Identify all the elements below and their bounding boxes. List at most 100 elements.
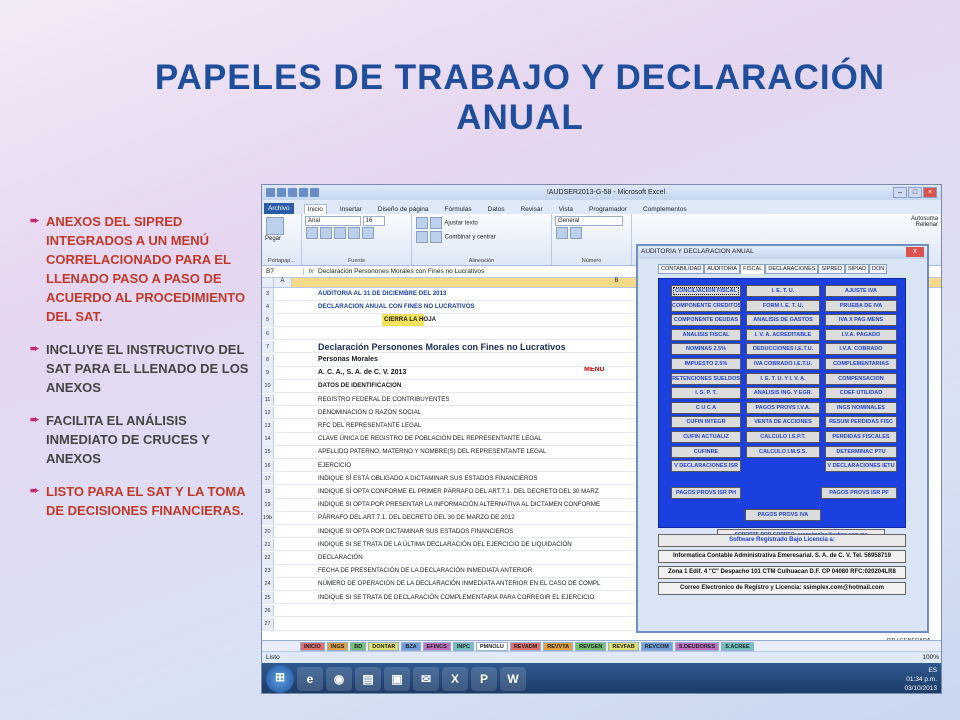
pagos-iva-button[interactable]: PAGOS PROVS IVA [745,509,821,521]
sheet-tab[interactable]: BD [350,641,367,651]
sheet-tab[interactable]: REVVTA [543,641,574,651]
sheet-tab[interactable]: S.DEUDORES [674,641,720,651]
fiscal-menu-button[interactable]: FORM I. E. T. U. [746,299,820,312]
sheet-tab[interactable]: PMNOLU [475,641,508,651]
mail-icon[interactable]: ✉ [413,667,439,691]
underline-icon[interactable] [334,227,346,239]
cell-text[interactable]: CIERRA LA HOJA [274,314,437,326]
row-number[interactable]: 4 [262,301,274,313]
name-box[interactable]: B7 [262,268,304,275]
fiscal-menu-button[interactable]: CUFINRE [671,445,741,458]
bold-icon[interactable] [306,227,318,239]
cell-text[interactable]: INDIQUE SÍ ESTÁ OBLIGADO A DICTAMINAR SU… [274,473,537,485]
fiscal-menu-button[interactable]: DEDUCCIONES I.E.T.U. [746,343,820,356]
select-all[interactable] [262,278,274,287]
fiscal-menu-button[interactable]: I. E. T. U. [746,285,820,297]
row-number[interactable]: 3 [262,288,274,300]
fx-icon[interactable]: fx [304,268,318,275]
language-indicator[interactable]: ES [928,667,937,674]
cell-text[interactable]: PÁRRAFO DEL ART 7.1. DEL DECRETO DEL 30 … [274,512,515,524]
fiscal-menu-button[interactable]: I. V. A. ACREDITABLE [746,328,820,341]
powerpoint-icon[interactable]: P [471,667,497,691]
cell-text[interactable]: DECLARACION ANUAL CON FINES NO LUCRATIVO… [274,301,475,313]
save-icon[interactable] [277,188,286,197]
fiscal-menu-button[interactable]: IMPUESTO 2.5% [671,358,741,370]
row-number[interactable]: 26 [262,604,274,617]
fill-color-icon[interactable] [348,227,360,239]
percent-icon[interactable] [570,227,582,239]
fiscal-menu-button[interactable]: ANALISIS ING. Y EGR. [746,387,820,400]
row-number[interactable]: 5 [262,314,274,326]
row-number[interactable]: 13 [262,420,274,432]
fill-button[interactable]: Rellenar [916,222,938,228]
font-name-select[interactable]: Arial [305,216,361,226]
row-number[interactable]: 22 [262,552,274,564]
fiscal-menu-button[interactable]: COMPONENTE DEUDAS [671,314,741,327]
fiscal-menu-button[interactable]: IVA X PAG MENS [825,314,897,327]
column-a-header[interactable]: A [274,278,292,287]
dialog-tab-auditoria[interactable]: AUDITORIA [704,264,741,274]
tab-inicio[interactable]: Inicio [303,204,327,214]
word-icon[interactable]: W [500,667,526,691]
fiscal-menu-button[interactable]: PERDIDAS FISCALES [825,431,897,443]
tab-insertar[interactable]: Insertar [337,205,365,214]
cell-text[interactable]: INDIQUE SI SE TRATA DE DECLARACIÓN COMPL… [274,592,594,604]
fiscal-menu-button[interactable]: I.V.A. PAGADO [825,328,897,341]
sheet-tab[interactable]: REVCOM [640,641,673,651]
fiscal-menu-button[interactable]: AJUSTE IVA [825,285,897,297]
italic-icon[interactable] [320,227,332,239]
formula-input[interactable]: Declaración Personones Morales con Fines… [318,268,484,275]
dialog-tab-sipiad[interactable]: SIPIAD [844,264,869,274]
fiscal-menu-button[interactable]: I.V.A. COBRADO [825,343,897,356]
row-number[interactable]: 18 [262,486,274,498]
font-size-select[interactable]: 16 [362,216,385,226]
currency-icon[interactable] [556,227,568,239]
row-number[interactable]: 8 [262,354,274,366]
maximize-button[interactable]: □ [908,187,922,198]
minimize-button[interactable]: – [893,187,907,198]
dialog-tab-contabilidad[interactable]: CONTABILIDAD [658,264,705,274]
fiscal-menu-button[interactable]: NOMINAS 2.5% [671,343,741,356]
fiscal-menu-button[interactable]: COEF UTILIDAD [825,387,897,400]
font-color-icon[interactable] [362,227,374,239]
fiscal-menu-button[interactable]: COMPONENTE CREDITOS [671,299,741,312]
fiscal-menu-button[interactable]: ANALISIS DE GASTOS [746,314,820,327]
align-top-icon[interactable] [416,217,428,229]
sheet-tab[interactable]: S.ACREE [721,641,754,651]
chrome-icon[interactable]: ◉ [326,667,352,691]
fiscal-menu-button[interactable]: VENTA DE ACCIONES [746,416,820,429]
pagos-isr-pf-button[interactable]: PAGOS PROVS ISR PF [821,487,897,499]
row-number[interactable]: 16 [262,459,274,472]
print-icon[interactable] [310,188,319,197]
cell-text[interactable]: INDIQUE SI SE TRATA DE LA ÚLTIMA DECLARA… [274,539,572,551]
cell-text[interactable]: AUDITORIA AL 31 DE DICIEMBRE DEL 2013 [274,288,446,300]
cell-text[interactable]: Declaración Personones Morales con Fines… [274,341,566,353]
dialog-tab-declaraciones[interactable]: DECLARACIONES [765,264,819,274]
tab-archivo[interactable]: Archivo [264,203,294,214]
cell-text[interactable]: INDIQUE SI OPTA POR DICTAMINAR SUS ESTAD… [274,526,513,538]
cell-text[interactable]: Personas Morales [274,354,378,366]
dialog-tab-don[interactable]: DON [868,264,888,274]
excel-logo-icon[interactable] [266,188,275,197]
sheet-tab[interactable]: BZA [401,641,421,651]
fiscal-menu-button[interactable]: CALCULO I.M.S.S. [746,445,820,458]
tab-diseno[interactable]: Diseño de página [375,205,432,214]
row-number[interactable]: 7 [262,340,274,353]
row-number[interactable]: 12 [262,406,274,419]
dialog-close-button[interactable]: x [906,247,924,257]
zoom-level[interactable]: 100% [922,654,939,661]
fiscal-menu-button[interactable]: V DECLARACIONES ISR [671,460,741,473]
row-number[interactable]: 23 [262,565,274,577]
fiscal-menu-button[interactable]: PRUEBA DE IVA [825,299,897,312]
fiscal-menu-button[interactable]: I. S. P. T. [671,387,741,400]
fiscal-menu-button[interactable]: CUFIN ACTUALIZ [671,431,741,443]
row-number[interactable]: 19 [262,499,274,511]
fiscal-menu-button[interactable]: CALCULO I.S.P.T. [746,431,820,443]
cell-text[interactable]: DENOMINACIÓN O RAZON SOCIAL [274,407,421,419]
ie-icon[interactable]: e [297,667,323,691]
fiscal-menu-button[interactable]: COMPLEMENTARIAS [825,358,897,370]
cell-text[interactable]: INDIQUE SI OPTA POR PRESENTAR LA INFORMA… [274,499,600,511]
cell-text[interactable]: APELLIDO PATERNO, MATERNO Y NOMBRE(S) DE… [274,446,546,458]
cell-text[interactable]: REGISTRO FEDERAL DE CONTRIBUYENTES [274,394,449,406]
excel-taskbar-icon[interactable]: X [442,667,468,691]
